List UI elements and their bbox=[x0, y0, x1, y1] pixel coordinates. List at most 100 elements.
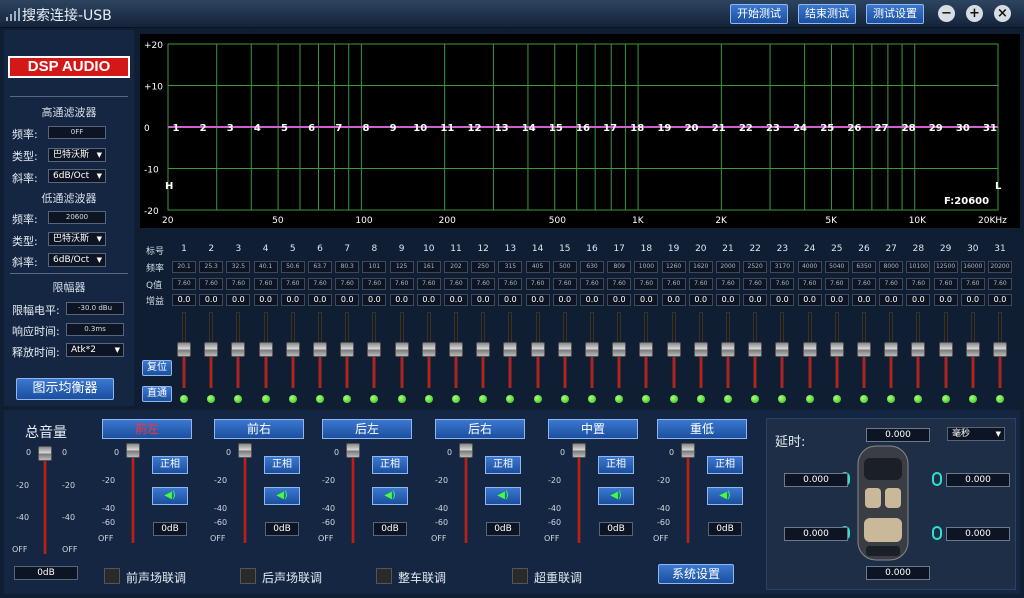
graphic-eq-button[interactable]: 图示均衡器 bbox=[16, 378, 114, 400]
band-gain-input[interactable]: 0.0 bbox=[199, 294, 224, 306]
reset-button[interactable]: 复位 bbox=[142, 360, 172, 376]
band-gain-slider[interactable] bbox=[748, 312, 763, 388]
band-freq-input[interactable]: 202 bbox=[444, 261, 468, 273]
delay-unit-select[interactable]: 毫秒 bbox=[947, 427, 1005, 441]
channel-label-button[interactable]: 后左 bbox=[322, 419, 412, 439]
slider-knob[interactable] bbox=[666, 342, 681, 357]
band-gain-slider[interactable] bbox=[557, 312, 572, 388]
band-gain-slider[interactable] bbox=[258, 312, 273, 388]
band-freq-input[interactable]: 40.1 bbox=[253, 261, 278, 273]
band-gain-input[interactable]: 0.0 bbox=[607, 294, 632, 306]
band-gain-slider[interactable] bbox=[612, 312, 627, 388]
band-q-input[interactable]: 7.60 bbox=[688, 278, 713, 290]
mute-speaker-icon[interactable]: ◀) bbox=[485, 487, 521, 505]
band-gain-input[interactable]: 0.0 bbox=[988, 294, 1012, 306]
band-freq-input[interactable]: 125 bbox=[389, 261, 414, 273]
band-q-input[interactable]: 7.60 bbox=[362, 278, 387, 290]
band-gain-slider[interactable] bbox=[340, 312, 355, 388]
band-q-input[interactable]: 7.60 bbox=[416, 278, 441, 290]
band-freq-input[interactable]: 161 bbox=[416, 261, 441, 273]
fader-knob[interactable] bbox=[126, 443, 140, 458]
band-gain-slider[interactable] bbox=[285, 312, 300, 388]
channel-db[interactable]: 0dB bbox=[373, 522, 407, 536]
slider-knob[interactable] bbox=[775, 342, 790, 357]
slider-knob[interactable] bbox=[503, 342, 518, 357]
delay-front-right-input[interactable]: 0.000 bbox=[946, 473, 1010, 487]
channel-fader[interactable] bbox=[572, 443, 586, 543]
slider-knob[interactable] bbox=[449, 342, 463, 357]
band-q-input[interactable]: 7.60 bbox=[498, 278, 523, 290]
fader-knob[interactable] bbox=[346, 443, 360, 458]
band-gain-slider[interactable] bbox=[204, 312, 219, 388]
channel-label-button[interactable]: 中置 bbox=[548, 419, 638, 439]
band-q-input[interactable]: 7.60 bbox=[933, 278, 958, 290]
band-q-input[interactable]: 7.60 bbox=[471, 278, 496, 290]
band-gain-slider[interactable] bbox=[993, 312, 1007, 388]
slider-knob[interactable] bbox=[476, 342, 491, 357]
slider-knob[interactable] bbox=[557, 342, 572, 357]
band-gain-input[interactable]: 0.0 bbox=[552, 294, 577, 306]
band-gain-input[interactable]: 0.0 bbox=[824, 294, 849, 306]
band-freq-input[interactable]: 1000 bbox=[634, 261, 659, 273]
slider-knob[interactable] bbox=[639, 342, 654, 357]
band-gain-input[interactable]: 0.0 bbox=[335, 294, 360, 306]
band-q-input[interactable]: 7.60 bbox=[906, 278, 931, 290]
band-gain-slider[interactable] bbox=[965, 312, 980, 388]
mute-speaker-icon[interactable]: ◀) bbox=[152, 487, 188, 505]
band-freq-input[interactable]: 2520 bbox=[743, 261, 768, 273]
band-gain-slider[interactable] bbox=[449, 312, 463, 388]
slider-knob[interactable] bbox=[911, 342, 926, 357]
band-freq-input[interactable]: 2000 bbox=[716, 261, 740, 273]
channel-fader[interactable] bbox=[238, 443, 252, 543]
band-q-input[interactable]: 7.60 bbox=[879, 278, 904, 290]
mute-speaker-icon[interactable]: ◀) bbox=[598, 487, 634, 505]
band-gain-input[interactable]: 0.0 bbox=[525, 294, 550, 306]
limit-level-input[interactable]: -30.0 dBu bbox=[66, 302, 124, 315]
band-q-input[interactable]: 7.60 bbox=[444, 278, 468, 290]
slider-knob[interactable] bbox=[340, 342, 355, 357]
fader-knob[interactable] bbox=[38, 446, 52, 461]
band-gain-slider[interactable] bbox=[530, 312, 545, 388]
band-gain-input[interactable]: 0.0 bbox=[308, 294, 332, 306]
slider-knob[interactable] bbox=[721, 342, 735, 357]
lp-slope-select[interactable]: 6dB/Oct bbox=[48, 253, 106, 267]
slider-knob[interactable] bbox=[938, 342, 953, 357]
slider-knob[interactable] bbox=[612, 342, 627, 357]
band-freq-input[interactable]: 8000 bbox=[879, 261, 904, 273]
link-checkbox[interactable] bbox=[104, 568, 120, 584]
band-gain-slider[interactable] bbox=[313, 312, 327, 388]
band-freq-input[interactable]: 3170 bbox=[770, 261, 795, 273]
slider-knob[interactable] bbox=[285, 342, 300, 357]
band-gain-input[interactable]: 0.0 bbox=[770, 294, 795, 306]
channel-fader[interactable] bbox=[681, 443, 695, 543]
band-gain-slider[interactable] bbox=[911, 312, 926, 388]
lp-type-select[interactable]: 巴特沃斯 bbox=[48, 232, 106, 246]
channel-fader[interactable] bbox=[459, 443, 473, 543]
band-gain-input[interactable]: 0.0 bbox=[716, 294, 740, 306]
channel-fader[interactable] bbox=[126, 443, 140, 543]
band-q-input[interactable]: 7.60 bbox=[770, 278, 795, 290]
band-gain-input[interactable]: 0.0 bbox=[416, 294, 441, 306]
band-q-input[interactable]: 7.60 bbox=[960, 278, 985, 290]
master-fader[interactable] bbox=[38, 446, 52, 554]
slider-knob[interactable] bbox=[367, 342, 382, 357]
band-gain-input[interactable]: 0.0 bbox=[852, 294, 876, 306]
channel-label-button[interactable]: 后右 bbox=[435, 419, 525, 439]
band-gain-slider[interactable] bbox=[421, 312, 436, 388]
band-q-input[interactable]: 7.60 bbox=[852, 278, 876, 290]
band-q-input[interactable]: 7.60 bbox=[824, 278, 849, 290]
channel-db[interactable]: 0dB bbox=[265, 522, 299, 536]
delay-rear-left-input[interactable]: 0.000 bbox=[784, 527, 848, 541]
band-q-input[interactable]: 7.60 bbox=[253, 278, 278, 290]
band-gain-input[interactable]: 0.0 bbox=[471, 294, 496, 306]
band-gain-slider[interactable] bbox=[367, 312, 382, 388]
band-q-input[interactable]: 7.60 bbox=[634, 278, 659, 290]
band-gain-slider[interactable] bbox=[775, 312, 790, 388]
hp-slope-select[interactable]: 6dB/Oct bbox=[48, 169, 106, 183]
delay-front-left-input[interactable]: 0.000 bbox=[784, 473, 848, 487]
band-freq-input[interactable]: 250 bbox=[471, 261, 496, 273]
band-q-input[interactable]: 7.60 bbox=[716, 278, 740, 290]
mute-speaker-icon[interactable]: ◀) bbox=[372, 487, 408, 505]
band-freq-input[interactable]: 12500 bbox=[933, 261, 958, 273]
band-gain-slider[interactable] bbox=[231, 312, 246, 388]
